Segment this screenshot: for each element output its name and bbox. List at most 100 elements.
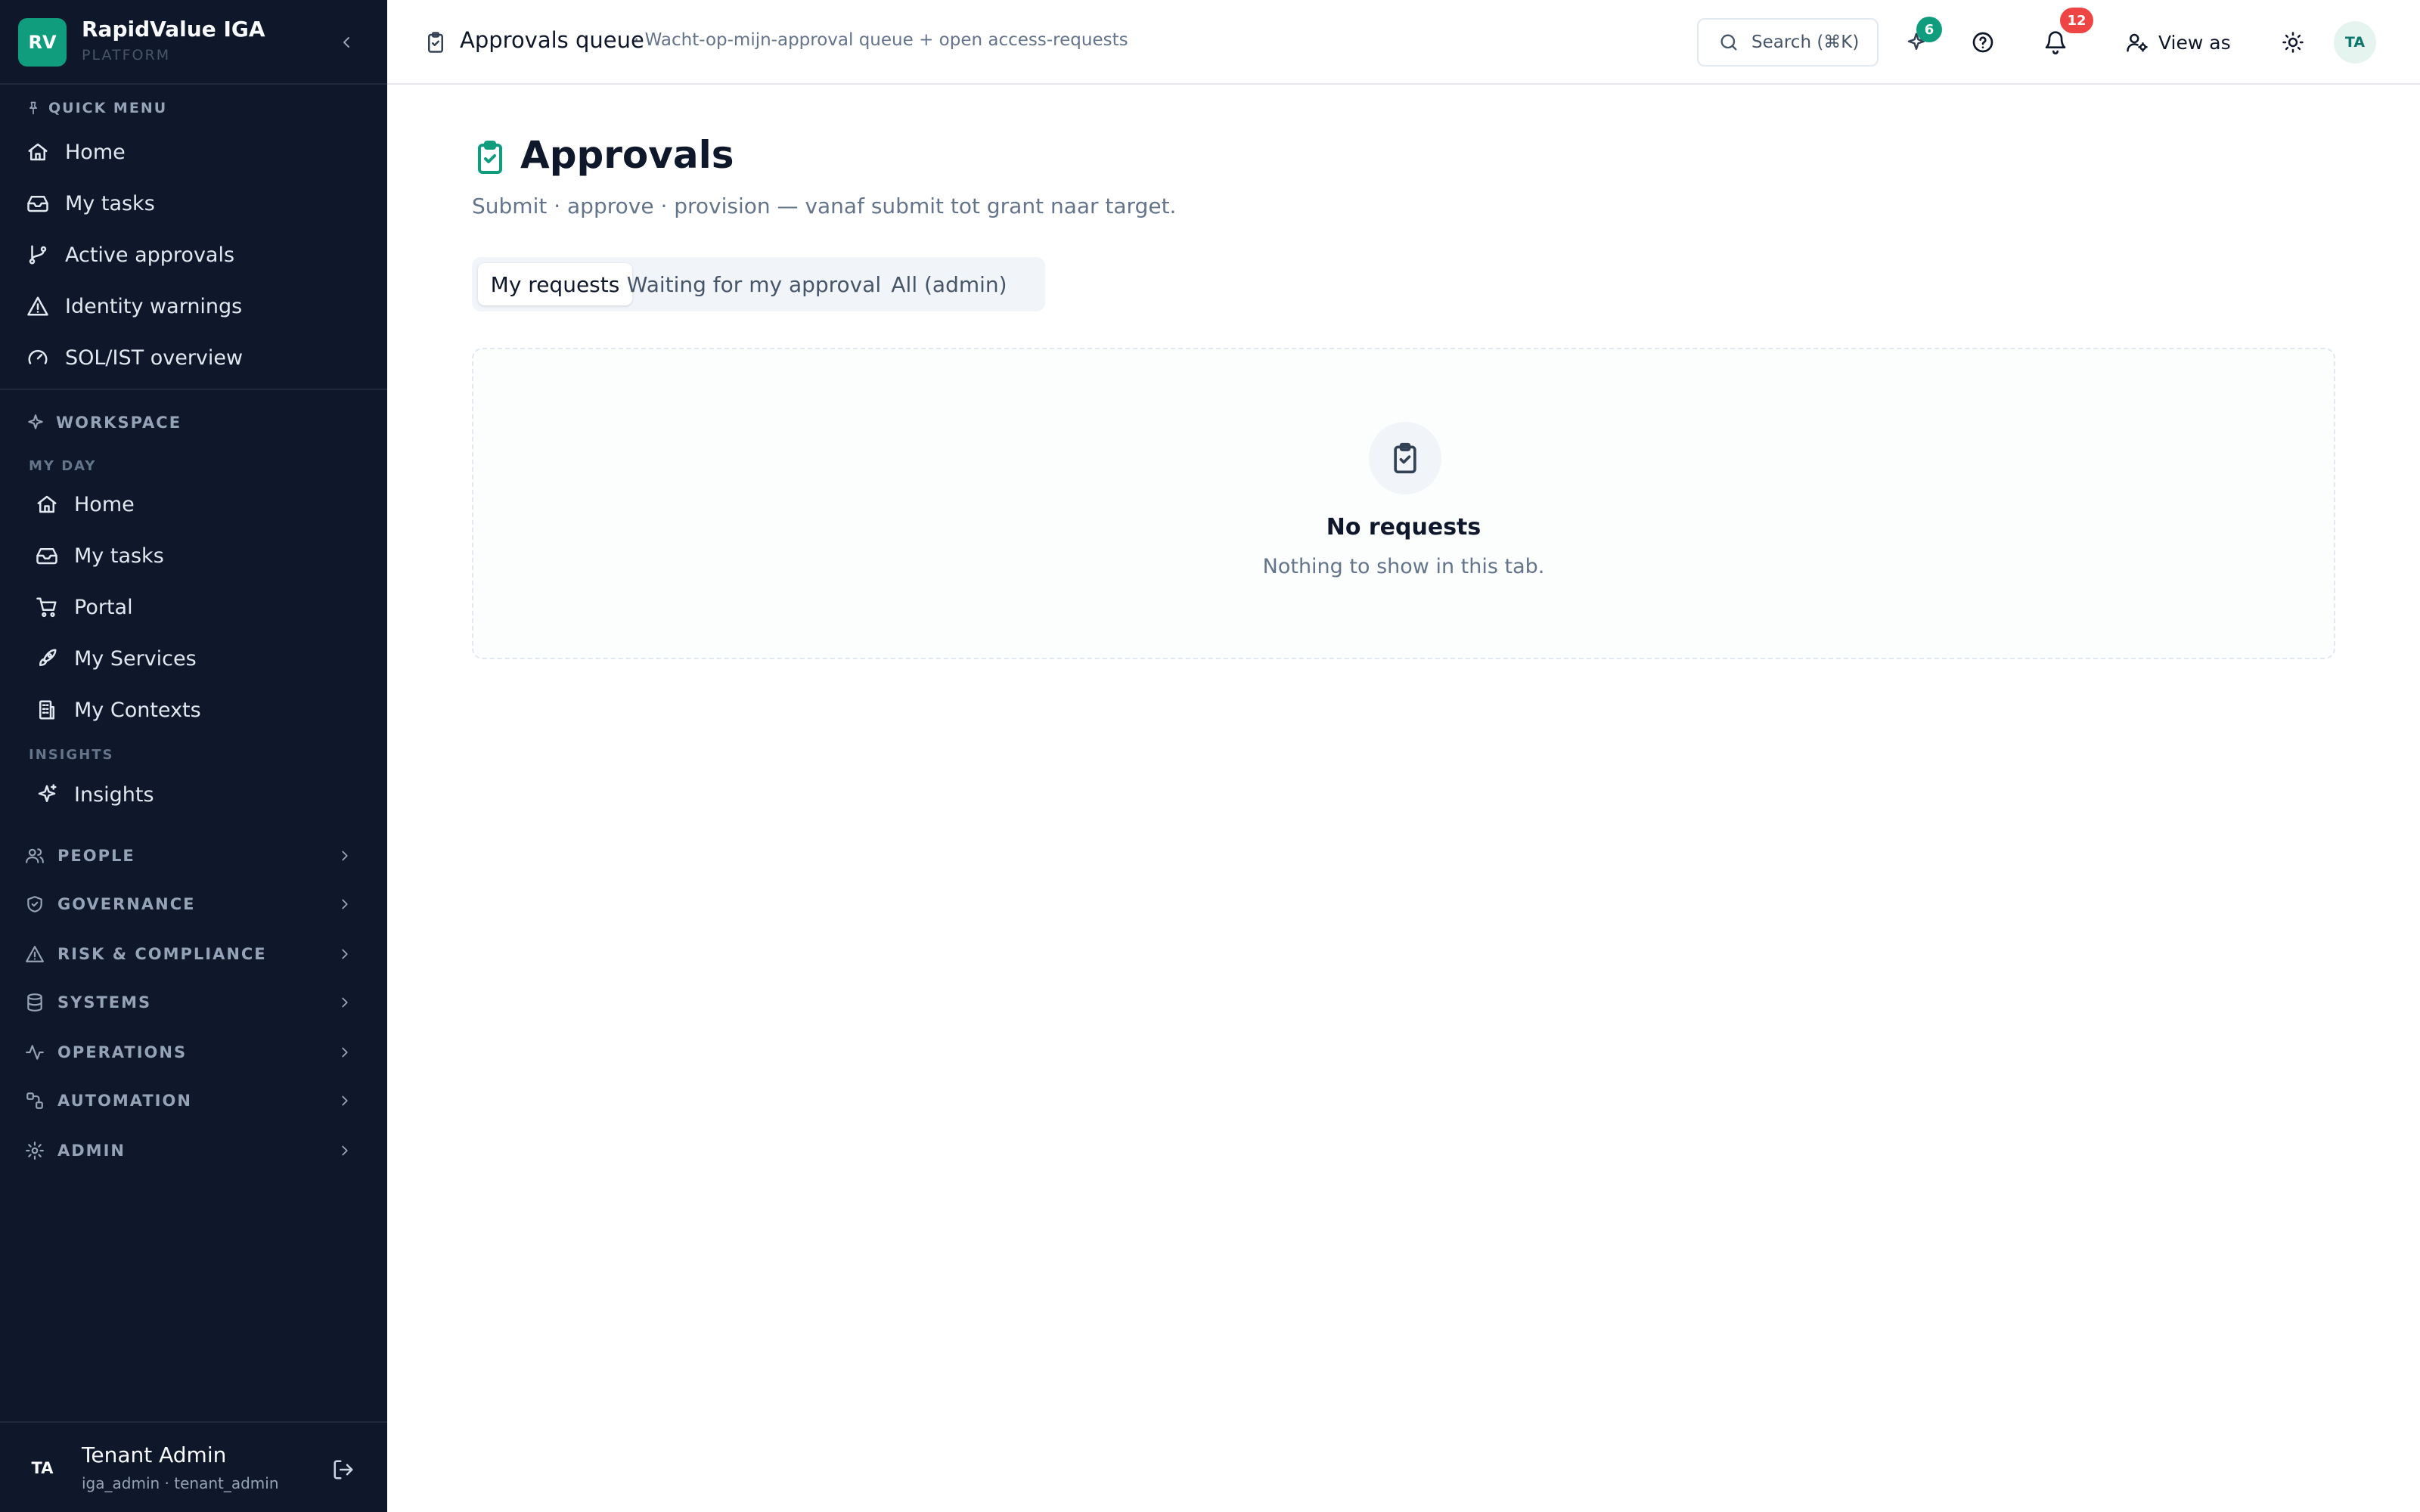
quick-menu-item-home[interactable]: Home <box>15 129 372 175</box>
brand-logo: RV <box>18 18 67 67</box>
home-icon <box>35 492 59 516</box>
group-label: ADMIN <box>57 1142 126 1160</box>
insights-heading: INSIGHTS <box>29 747 114 763</box>
chevron-right-icon <box>333 892 357 916</box>
search-icon <box>1717 30 1741 54</box>
collapse-sidebar-button[interactable] <box>333 29 360 56</box>
inbox-icon <box>35 544 59 568</box>
search-button[interactable]: Search (⌘K) <box>1697 18 1879 67</box>
nav-label: Active approvals <box>65 243 235 267</box>
group-label: SYSTEMS <box>57 993 152 1012</box>
topbar: Approvals queue · Wacht-op-mijn-approval… <box>387 0 2420 85</box>
nav-label: Identity warnings <box>65 294 243 318</box>
clipboard-check-icon <box>422 29 449 56</box>
avatar[interactable]: TA <box>2334 21 2376 64</box>
nav-label: My Contexts <box>74 698 201 722</box>
empty-state-text: Nothing to show in this tab. <box>1262 555 1545 578</box>
home-icon <box>26 140 50 164</box>
pin-icon <box>29 101 38 115</box>
workspace-item-insights[interactable]: Insights <box>15 771 372 818</box>
activity-icon <box>23 1040 47 1064</box>
user-meta: iga_admin · tenant_admin <box>82 1474 279 1492</box>
chevron-right-icon <box>333 844 357 868</box>
workspace-heading[interactable]: WORKSPACE <box>26 410 182 435</box>
logout-button[interactable] <box>328 1455 358 1485</box>
workflow-icon <box>23 1089 47 1113</box>
empty-state-title: No requests <box>1326 514 1481 541</box>
empty-state: No requests Nothing to show in this tab. <box>472 348 2335 659</box>
clipboard-check-icon <box>1369 422 1441 494</box>
tab-all-admin[interactable]: All (admin) <box>867 263 1032 305</box>
warning-triangle-icon <box>23 942 47 966</box>
quick-menu-item-active-approvals[interactable]: Active approvals <box>15 231 372 278</box>
sidebar-group-people[interactable]: PEOPLE <box>15 836 372 875</box>
brand-header: RV RapidValue IGA PLATFORM <box>0 0 387 85</box>
nav-label: Home <box>74 492 135 516</box>
my-day-heading: MY DAY <box>29 458 97 474</box>
sidebar-group-operations[interactable]: OPERATIONS <box>15 1033 372 1072</box>
inbox-icon <box>26 191 50 215</box>
git-branch-icon <box>26 243 50 267</box>
group-label: RISK & COMPLIANCE <box>57 945 267 963</box>
help-button[interactable] <box>1963 23 2003 62</box>
workspace-item-my-contexts[interactable]: My Contexts <box>15 686 372 733</box>
clipboard-check-icon <box>469 136 511 178</box>
chevron-right-icon <box>333 1139 357 1163</box>
building-icon <box>35 698 59 722</box>
sidebar: RV RapidValue IGA PLATFORM QUICK MENU Ho… <box>0 0 387 1512</box>
users-icon <box>23 844 47 868</box>
search-label: Search (⌘K) <box>1751 33 1860 52</box>
quick-menu-title: QUICK MENU <box>48 100 168 116</box>
nav-label: My Services <box>74 646 197 671</box>
sidebar-group-systems[interactable]: SYSTEMS <box>15 983 372 1022</box>
chevron-right-icon <box>333 1089 357 1113</box>
workspace-item-portal[interactable]: Portal <box>15 584 372 631</box>
sidebar-group-governance[interactable]: GOVERNANCE <box>15 885 372 924</box>
quick-menu-item-sol-ist-overview[interactable]: SOL/IST overview <box>15 334 372 381</box>
workspace-item-my-services[interactable]: My Services <box>15 635 372 682</box>
gear-icon <box>23 1139 47 1163</box>
gauge-icon <box>26 345 50 370</box>
nav-label: Home <box>65 140 126 164</box>
topbar-title: Approvals queue <box>460 27 644 53</box>
view-as-label: View as <box>2158 31 2231 54</box>
quick-menu-item-identity-warnings[interactable]: Identity warnings <box>15 283 372 330</box>
pinned-count-badge: 6 <box>1916 17 1942 42</box>
workspace-item-my-tasks[interactable]: My tasks <box>15 532 372 579</box>
database-icon <box>23 990 47 1015</box>
theme-toggle-button[interactable] <box>2273 23 2313 62</box>
chevron-right-icon <box>333 990 357 1015</box>
sidebar-group-admin[interactable]: ADMIN <box>15 1131 372 1170</box>
nav-label: Insights <box>74 782 154 807</box>
user-cog-icon <box>2124 29 2151 56</box>
nav-label: My tasks <box>65 191 155 215</box>
logout-icon <box>334 1460 353 1479</box>
topbar-subtitle: · Wacht-op-mijn-approval queue + open ac… <box>634 30 1128 50</box>
sidebar-divider <box>0 389 387 390</box>
chevron-right-icon <box>333 942 357 966</box>
request-tabs: My requests Waiting for my approval All … <box>472 257 1045 311</box>
quick-menu-heading: QUICK MENU <box>26 97 167 119</box>
group-label: OPERATIONS <box>57 1043 188 1061</box>
sidebar-group-risk-compliance[interactable]: RISK & COMPLIANCE <box>15 934 372 974</box>
tab-my-requests[interactable]: My requests <box>478 263 632 305</box>
brand-name: RapidValue IGA <box>82 17 265 42</box>
avatar: TA <box>31 1459 54 1477</box>
page-title: Approvals <box>520 133 734 177</box>
chevron-right-icon <box>333 1040 357 1064</box>
nav-label: SOL/IST overview <box>65 345 244 370</box>
workspace-item-home[interactable]: Home <box>15 481 372 528</box>
group-label: GOVERNANCE <box>57 895 196 913</box>
bell-icon <box>2045 31 2066 54</box>
page-subtitle: Submit · approve · provision — vanaf sub… <box>472 194 1177 218</box>
sun-icon <box>2282 32 2304 53</box>
quick-menu-item-my-tasks[interactable]: My tasks <box>15 180 372 227</box>
sidebar-group-automation[interactable]: AUTOMATION <box>15 1081 372 1120</box>
help-circle-icon <box>1972 32 1993 53</box>
notification-count-badge: 12 <box>2060 8 2093 33</box>
nav-label: Portal <box>74 595 133 619</box>
user-name: Tenant Admin <box>82 1442 227 1467</box>
group-label: PEOPLE <box>57 847 135 865</box>
view-as-button[interactable]: View as <box>2113 21 2234 64</box>
tab-waiting-for-my-approval[interactable]: Waiting for my approval <box>627 263 881 305</box>
